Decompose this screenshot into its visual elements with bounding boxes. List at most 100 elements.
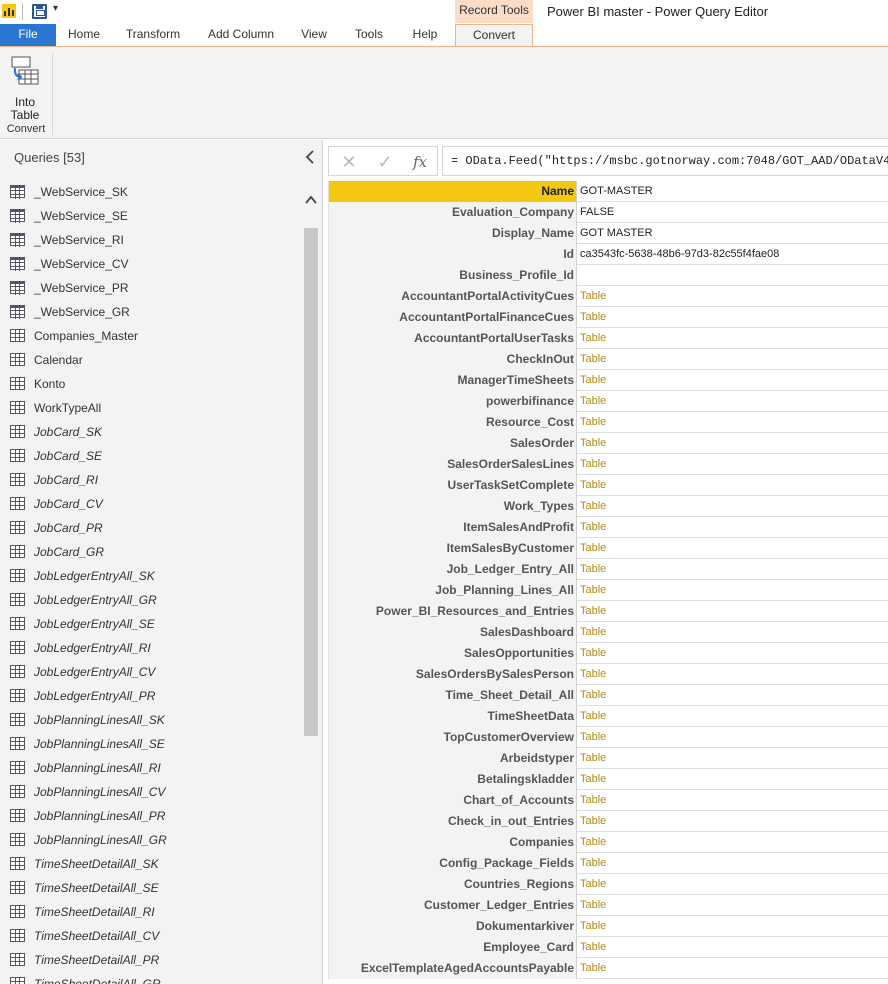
table-link[interactable]: Table (580, 706, 606, 727)
record-field-name[interactable]: Companies (328, 832, 577, 853)
table-link[interactable]: Table (580, 790, 606, 811)
query-item[interactable]: JobPlanningLinesAll_RI (0, 756, 300, 780)
record-field-name[interactable]: Job_Ledger_Entry_All (328, 559, 577, 580)
record-field-name[interactable]: Job_Planning_Lines_All (328, 580, 577, 601)
cancel-icon[interactable]: ✕ (338, 151, 360, 173)
query-item[interactable]: _WebService_RI (0, 228, 300, 252)
record-field-name[interactable]: Countries_Regions (328, 874, 577, 895)
query-item[interactable]: _WebService_SK (0, 180, 300, 204)
record-field-name[interactable]: SalesOrdersBySalesPerson (328, 664, 577, 685)
tab-help[interactable]: Help (398, 24, 452, 46)
record-field-name[interactable]: ManagerTimeSheets (328, 370, 577, 391)
query-item[interactable]: JobCard_SK (0, 420, 300, 444)
query-item[interactable]: JobPlanningLinesAll_CV (0, 780, 300, 804)
record-field-name[interactable]: AccountantPortalUserTasks (328, 328, 577, 349)
record-field-name[interactable]: Chart_of_Accounts (328, 790, 577, 811)
table-link[interactable]: Table (580, 895, 606, 916)
table-link[interactable]: Table (580, 748, 606, 769)
record-field-name[interactable]: Business_Profile_Id (328, 265, 577, 286)
query-item[interactable]: JobCard_CV (0, 492, 300, 516)
into-table-button[interactable]: Into Table (2, 53, 48, 122)
record-field-name[interactable]: Work_Types (328, 496, 577, 517)
query-item[interactable]: JobPlanningLinesAll_SK (0, 708, 300, 732)
record-field-name[interactable]: AccountantPortalActivityCues (328, 286, 577, 307)
record-field-name[interactable]: UserTaskSetComplete (328, 475, 577, 496)
query-item[interactable]: JobLedgerEntryAll_SK (0, 564, 300, 588)
query-item[interactable]: TimeSheetDetailAll_RI (0, 900, 300, 924)
query-item[interactable]: JobPlanningLinesAll_PR (0, 804, 300, 828)
queries-scrollbar-thumb[interactable] (304, 228, 318, 736)
query-item[interactable]: _WebService_PR (0, 276, 300, 300)
table-link[interactable]: Table (580, 958, 606, 979)
table-link[interactable]: Table (580, 538, 606, 559)
table-link[interactable]: Table (580, 433, 606, 454)
record-field-name[interactable]: SalesOpportunities (328, 643, 577, 664)
tab-convert[interactable]: Convert (455, 24, 533, 47)
query-item[interactable]: JobCard_RI (0, 468, 300, 492)
table-link[interactable]: Table (580, 832, 606, 853)
query-item[interactable]: _WebService_CV (0, 252, 300, 276)
table-link[interactable]: Table (580, 916, 606, 937)
table-link[interactable]: Table (580, 328, 606, 349)
record-field-name[interactable]: Name (328, 181, 577, 202)
query-item[interactable]: TimeSheetDetailAll_SK (0, 852, 300, 876)
table-link[interactable]: Table (580, 286, 606, 307)
query-item[interactable]: JobCard_GR (0, 540, 300, 564)
record-field-name[interactable]: Power_BI_Resources_and_Entries (328, 601, 577, 622)
table-link[interactable]: Table (580, 643, 606, 664)
table-link[interactable]: Table (580, 475, 606, 496)
query-item[interactable]: JobLedgerEntryAll_RI (0, 636, 300, 660)
record-field-name[interactable]: Check_in_out_Entries (328, 811, 577, 832)
table-link[interactable]: Table (580, 370, 606, 391)
table-link[interactable]: Table (580, 937, 606, 958)
record-field-name[interactable]: Customer_Ledger_Entries (328, 895, 577, 916)
record-field-name[interactable]: powerbifinance (328, 391, 577, 412)
table-link[interactable]: Table (580, 601, 606, 622)
table-link[interactable]: Table (580, 769, 606, 790)
record-field-name[interactable]: CheckInOut (328, 349, 577, 370)
tab-file[interactable]: File (0, 24, 56, 46)
table-link[interactable]: Table (580, 580, 606, 601)
query-item[interactable]: JobPlanningLinesAll_GR (0, 828, 300, 852)
tab-view[interactable]: View (288, 24, 340, 46)
query-item[interactable]: JobLedgerEntryAll_GR (0, 588, 300, 612)
tab-add-column[interactable]: Add Column (194, 24, 288, 46)
fx-icon[interactable]: fx (409, 151, 431, 173)
save-icon[interactable] (32, 4, 47, 19)
record-field-name[interactable]: Resource_Cost (328, 412, 577, 433)
record-field-name[interactable]: Display_Name (328, 223, 577, 244)
query-item[interactable]: JobCard_PR (0, 516, 300, 540)
table-link[interactable]: Table (580, 559, 606, 580)
record-field-name[interactable]: SalesOrderSalesLines (328, 454, 577, 475)
table-link[interactable]: Table (580, 664, 606, 685)
tab-transform[interactable]: Transform (112, 24, 194, 46)
record-field-name[interactable]: Arbeidstyper (328, 748, 577, 769)
table-link[interactable]: Table (580, 622, 606, 643)
table-link[interactable]: Table (580, 496, 606, 517)
table-link[interactable]: Table (580, 412, 606, 433)
record-field-name[interactable]: ItemSalesAndProfit (328, 517, 577, 538)
record-field-name[interactable]: AccountantPortalFinanceCues (328, 307, 577, 328)
formula-input[interactable]: = OData.Feed("https://msbc.gotnorway.com… (442, 146, 888, 176)
record-field-name[interactable]: TopCustomerOverview (328, 727, 577, 748)
query-item[interactable]: TimeSheetDetailAll_SE (0, 876, 300, 900)
query-item[interactable]: TimeSheetDetailAll_PR (0, 948, 300, 972)
query-item[interactable]: Calendar (0, 348, 300, 372)
record-field-name[interactable]: Dokumentarkiver (328, 916, 577, 937)
record-field-name[interactable]: Betalingskladder (328, 769, 577, 790)
query-item[interactable]: _WebService_GR (0, 300, 300, 324)
record-field-name[interactable]: Evaluation_Company (328, 202, 577, 223)
record-field-name[interactable]: TimeSheetData (328, 706, 577, 727)
query-item[interactable]: JobPlanningLinesAll_SE (0, 732, 300, 756)
table-link[interactable]: Table (580, 391, 606, 412)
table-link[interactable]: Table (580, 454, 606, 475)
query-item[interactable]: JobCard_SE (0, 444, 300, 468)
table-link[interactable]: Table (580, 853, 606, 874)
scroll-up-icon[interactable] (304, 192, 318, 208)
query-item[interactable]: JobLedgerEntryAll_SE (0, 612, 300, 636)
table-link[interactable]: Table (580, 874, 606, 895)
record-field-name[interactable]: Config_Package_Fields (328, 853, 577, 874)
query-item[interactable]: TimeSheetDetailAll_GR (0, 972, 300, 984)
query-item[interactable]: Konto (0, 372, 300, 396)
collapse-pane-icon[interactable] (303, 149, 317, 165)
